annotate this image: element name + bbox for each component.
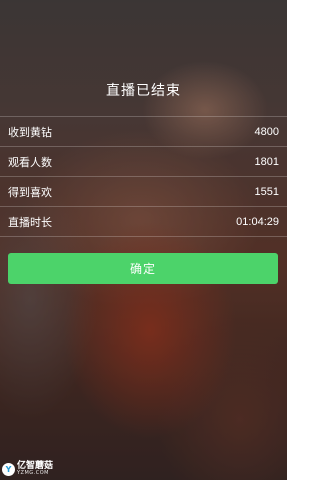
stat-label: 直播时长 [8,215,52,229]
live-ended-screen: 直播已结束 收到黄钻 4800 观看人数 1801 得到喜欢 1551 直播时长… [0,0,287,480]
watermark: Y 亿智蘑菇 YZMG.COM [2,462,53,476]
watermark-logo-icon: Y [2,462,15,476]
stat-label: 收到黄钻 [8,125,52,139]
stats-list: 收到黄钻 4800 观看人数 1801 得到喜欢 1551 直播时长 01:04… [0,116,287,237]
stat-value: 1551 [254,185,279,198]
stat-row-viewers: 观看人数 1801 [0,147,287,177]
stat-label: 得到喜欢 [8,185,52,199]
stat-row-duration: 直播时长 01:04:29 [0,207,287,237]
watermark-url: YZMG.COM [17,470,49,476]
stat-value: 01:04:29 [236,215,279,228]
stat-row-likes: 得到喜欢 1551 [0,177,287,207]
stat-label: 观看人数 [8,155,52,169]
dim-overlay [0,0,287,480]
stat-row-diamonds: 收到黄钻 4800 [0,117,287,147]
stat-value: 1801 [254,155,279,168]
page-title: 直播已结束 [106,83,181,99]
stat-value: 4800 [254,125,279,138]
confirm-button[interactable]: 确定 [8,253,278,284]
